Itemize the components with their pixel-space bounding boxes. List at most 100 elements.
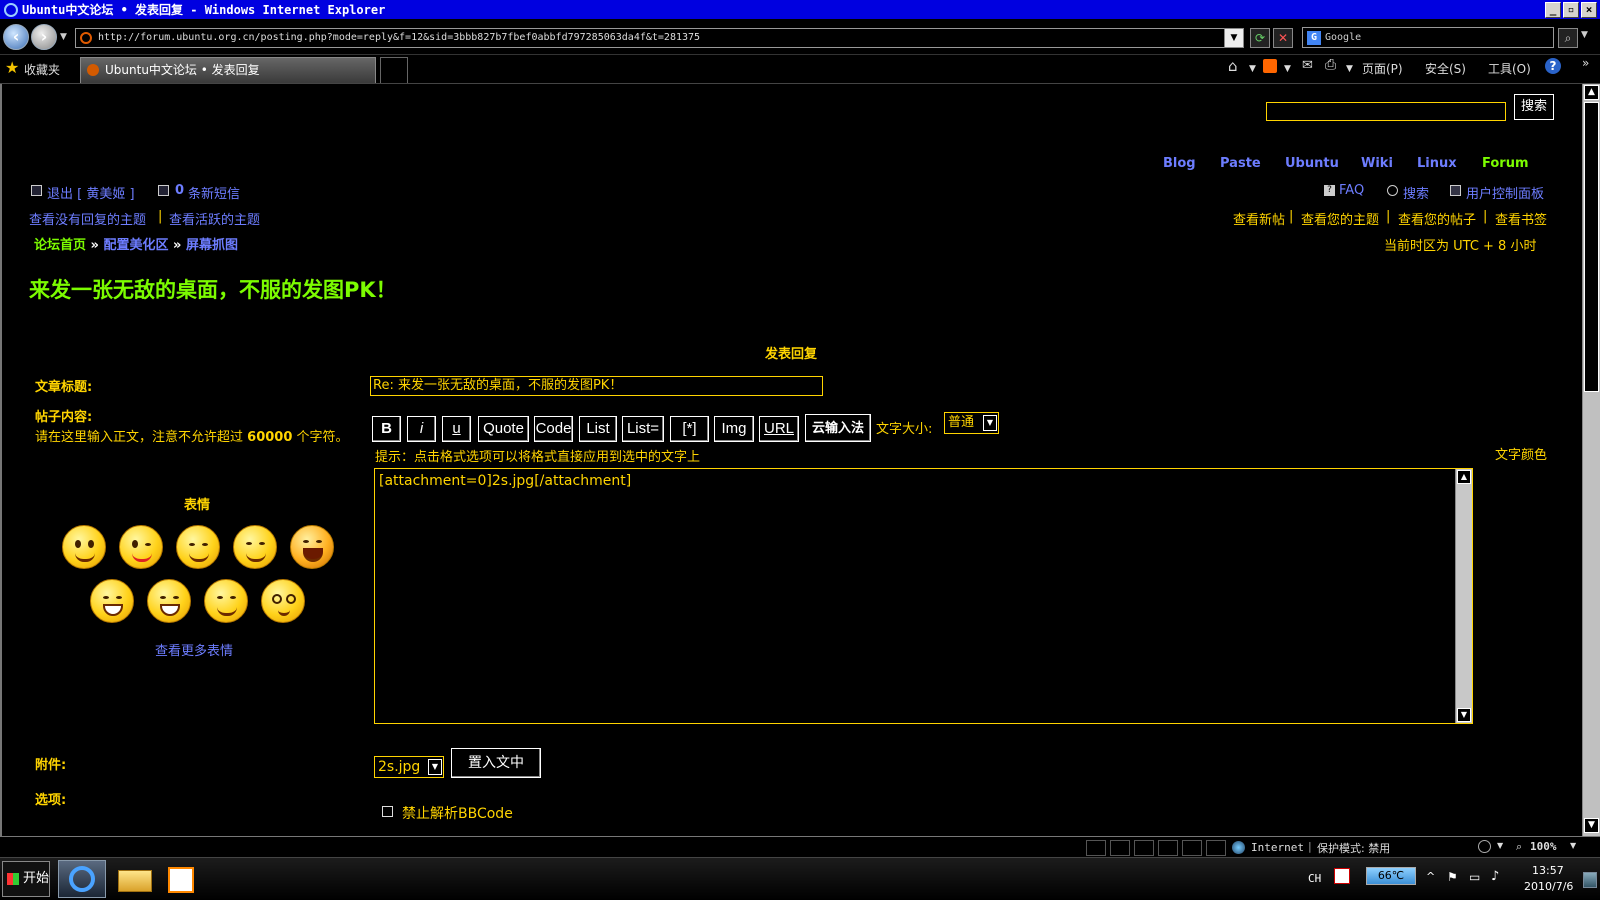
media-player-taskbar-button[interactable] — [162, 860, 210, 898]
print-dropdown-icon[interactable]: ▼ — [1346, 64, 1353, 74]
search-options-icon[interactable]: ▼ — [1581, 30, 1588, 40]
page-menu[interactable]: 页面(P) — [1362, 60, 1403, 77]
textarea-scrollbar[interactable]: ▲ ▼ — [1455, 469, 1472, 723]
unanswered-link[interactable]: 查看没有回复的主题 — [29, 209, 146, 228]
back-icon[interactable]: ‹ — [3, 24, 29, 50]
more-smilies-link[interactable]: 查看更多表情 — [155, 640, 233, 659]
chevron-down-icon[interactable]: ▼ — [1570, 841, 1576, 850]
list-ordered-button[interactable]: List= — [622, 416, 664, 442]
history-dropdown-icon[interactable]: ▼ — [60, 32, 67, 42]
feeds-icon[interactable] — [1263, 59, 1277, 73]
grin-icon[interactable] — [147, 579, 191, 623]
page-scrollbar[interactable]: ▲ ▼ — [1582, 84, 1600, 836]
new-posts-link[interactable]: 查看新帖 — [1233, 209, 1285, 228]
subject-input[interactable]: Re: 来发一张无敌的桌面，不服的发图PK！ — [370, 376, 823, 396]
forum-search-button[interactable]: 搜索 — [1514, 94, 1554, 120]
chevron-down-icon[interactable]: ▼ — [1497, 841, 1503, 850]
sweat-grin-icon[interactable] — [90, 579, 134, 623]
show-hidden-icons[interactable]: ^ — [1426, 870, 1435, 883]
list-button[interactable]: List — [579, 416, 617, 442]
img-button[interactable]: Img — [714, 416, 754, 442]
network-icon[interactable]: ▭ — [1469, 870, 1480, 884]
nav-blog[interactable]: Blog — [1163, 156, 1196, 171]
search-go-icon[interactable]: ⌕ — [1558, 28, 1578, 48]
action-center-icon[interactable]: ⚑ — [1447, 870, 1458, 884]
nav-linux[interactable]: Linux — [1417, 156, 1457, 171]
close-button[interactable]: × — [1581, 2, 1597, 18]
message-textarea[interactable]: [attachment=0]2s.jpg[/attachment] ▲ ▼ — [374, 468, 1473, 724]
breadcrumb-subforum[interactable]: 屏幕抓图 — [186, 238, 238, 253]
refresh-icon[interactable]: ⟳ — [1250, 28, 1270, 48]
scroll-up-icon[interactable]: ▲ — [1457, 470, 1471, 484]
disable-bbcode-checkbox[interactable] — [382, 806, 393, 817]
nav-forum[interactable]: Forum — [1482, 156, 1529, 171]
logout-link[interactable]: 退出 [ 黄美姬 ] — [47, 183, 135, 202]
pm-count[interactable]: 0 — [175, 183, 184, 198]
bold-button[interactable]: B — [372, 416, 401, 442]
favorites-label[interactable]: 收藏夹 — [24, 61, 60, 78]
temperature-gadget[interactable]: 66℃ — [1366, 867, 1416, 885]
nav-paste[interactable]: Paste — [1220, 156, 1261, 171]
tray-app-icon[interactable] — [1334, 868, 1350, 884]
smile-icon[interactable] — [62, 525, 106, 569]
browser-tab[interactable]: Ubuntu中文论坛 • 发表回复 — [80, 57, 376, 83]
faq-link[interactable]: FAQ — [1339, 183, 1364, 198]
quote-button[interactable]: Quote — [478, 416, 529, 442]
scroll-down-icon[interactable]: ▼ — [1457, 708, 1471, 722]
cloud-ime-button[interactable]: 云输入法 — [805, 414, 871, 442]
thinking-icon[interactable] — [204, 579, 248, 623]
italic-button[interactable]: i — [407, 416, 436, 442]
input-language[interactable]: CH — [1308, 872, 1321, 885]
search-link[interactable]: 搜索 — [1403, 183, 1429, 202]
breadcrumb-home[interactable]: 论坛首页 — [34, 238, 86, 253]
disable-bbcode-label[interactable]: 禁止解析BBCode — [402, 803, 513, 823]
start-button[interactable]: 开始 — [2, 861, 50, 897]
safety-menu[interactable]: 安全(S) — [1425, 60, 1466, 77]
breadcrumb-category[interactable]: 配置美化区 — [103, 238, 168, 253]
clock-time[interactable]: 13:57 — [1532, 864, 1564, 877]
stop-icon[interactable]: ✕ — [1273, 28, 1293, 48]
mail-icon[interactable]: ✉ — [1302, 58, 1313, 73]
place-inline-button[interactable]: 置入文中 — [451, 748, 541, 778]
underline-button[interactable]: u — [442, 416, 471, 442]
nav-ubuntu[interactable]: Ubuntu — [1285, 156, 1339, 171]
clock-date[interactable]: 2010/7/6 — [1524, 880, 1573, 893]
show-desktop-button[interactable] — [1583, 872, 1597, 888]
scrollbar-thumb[interactable] — [1584, 102, 1599, 392]
forum-search-input[interactable] — [1266, 102, 1506, 121]
home-icon[interactable]: ⌂ — [1228, 57, 1238, 75]
feeds-dropdown-icon[interactable]: ▼ — [1284, 64, 1291, 74]
minimize-button[interactable]: _ — [1545, 2, 1561, 18]
active-topics-link[interactable]: 查看活跃的主题 — [169, 209, 260, 228]
list-item-button[interactable]: [*] — [670, 416, 709, 442]
print-icon[interactable]: ⎙ — [1325, 57, 1336, 73]
ie-taskbar-button[interactable] — [58, 860, 106, 898]
address-bar[interactable]: http://forum.ubuntu.org.cn/posting.php?m… — [75, 28, 1243, 48]
dizzy-icon[interactable] — [261, 579, 305, 623]
chevron-more-icon[interactable]: » — [1582, 56, 1589, 70]
favorites-star-icon[interactable]: ★ — [5, 58, 19, 77]
security-status-icon[interactable] — [1478, 840, 1491, 853]
tools-menu[interactable]: 工具(O) — [1488, 60, 1531, 77]
pm-link[interactable]: 条新短信 — [188, 183, 240, 202]
shy-icon[interactable] — [176, 525, 220, 569]
explorer-taskbar-button[interactable] — [112, 860, 160, 898]
address-dropdown-icon[interactable]: ▼ — [1224, 28, 1244, 48]
scroll-up-icon[interactable]: ▲ — [1584, 85, 1599, 100]
bookmarks-link[interactable]: 查看书签 — [1495, 209, 1547, 228]
fontsize-select[interactable]: 普通 ▼ — [944, 412, 999, 434]
home-dropdown-icon[interactable]: ▼ — [1249, 64, 1256, 74]
laugh-icon[interactable] — [290, 525, 334, 569]
search-box[interactable]: G Google — [1302, 27, 1554, 48]
maximize-button[interactable]: ▫ — [1563, 2, 1579, 18]
topic-title[interactable]: 来发一张无敌的桌面，不服的发图PK！ — [29, 274, 397, 304]
your-posts-link[interactable]: 查看您的帖子 — [1398, 209, 1476, 228]
tongue-icon[interactable] — [119, 525, 163, 569]
your-topics-link[interactable]: 查看您的主题 — [1301, 209, 1379, 228]
help-icon[interactable]: ? — [1545, 58, 1561, 74]
scroll-down-icon[interactable]: ▼ — [1584, 818, 1599, 833]
code-button[interactable]: Code — [534, 416, 573, 442]
ucp-link[interactable]: 用户控制面板 — [1466, 183, 1544, 202]
zoom-icon[interactable]: ⌕ — [1516, 840, 1522, 854]
zoom-level[interactable]: 100% — [1530, 840, 1557, 853]
